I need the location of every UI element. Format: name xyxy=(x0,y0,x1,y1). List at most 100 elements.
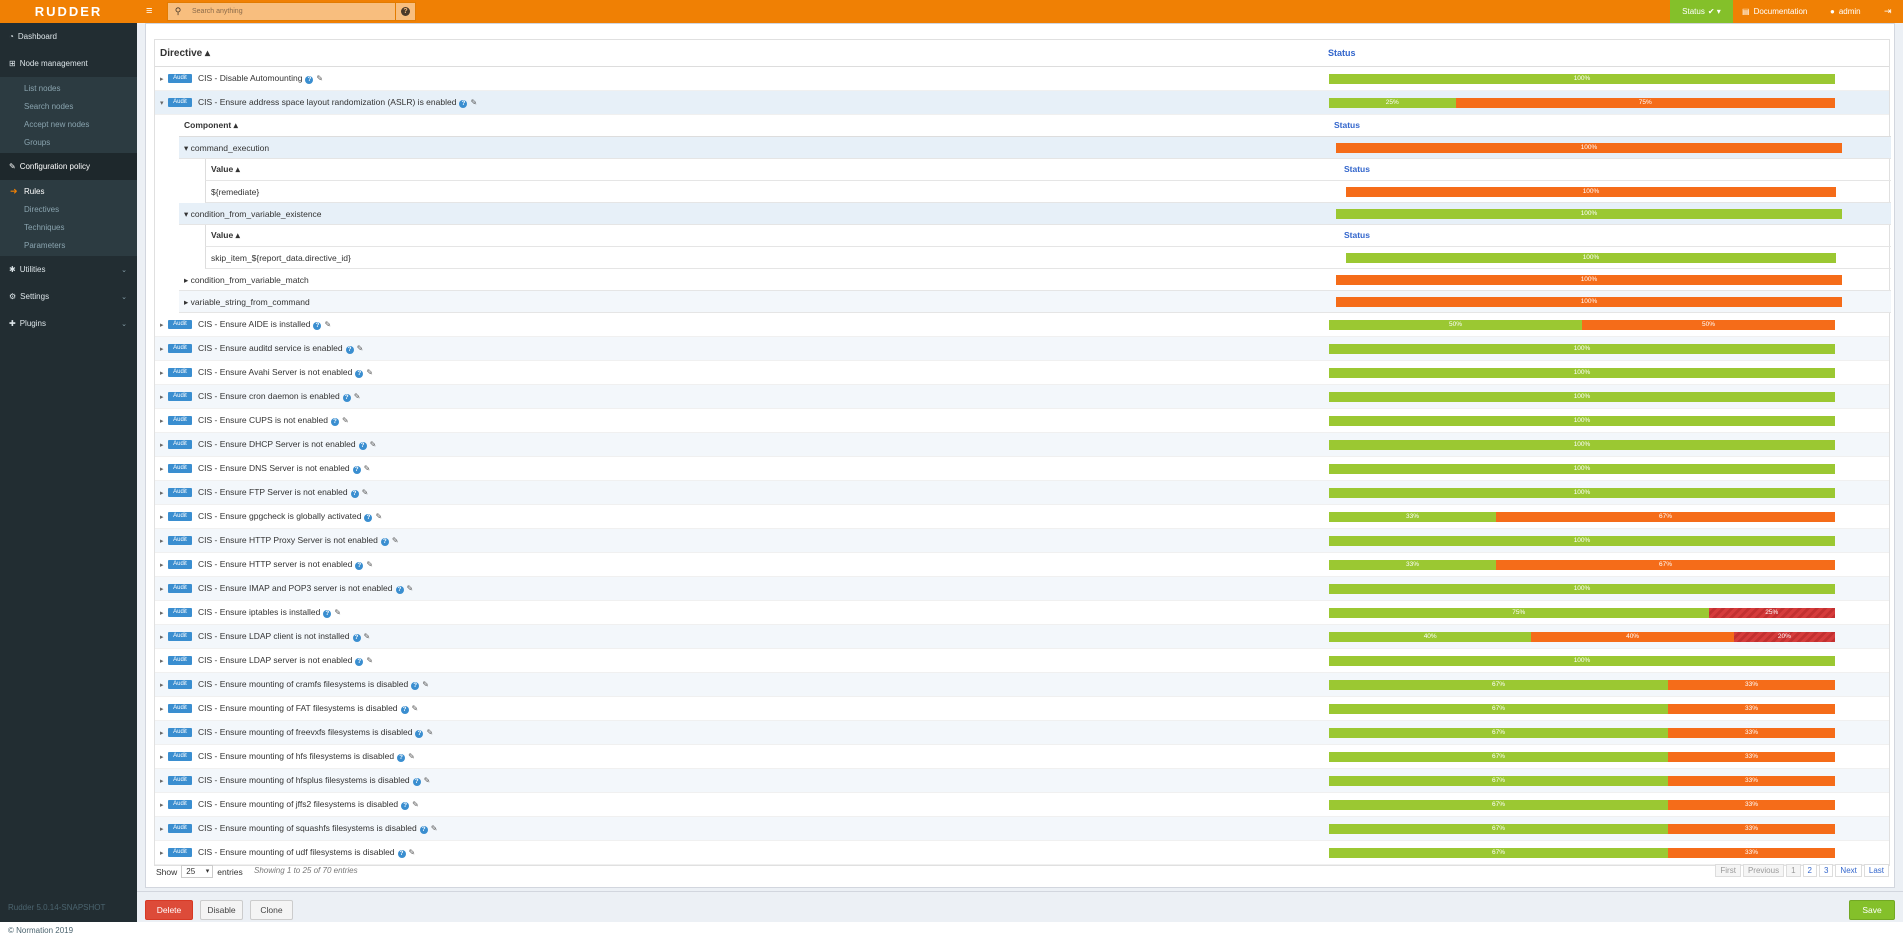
sidebar-item-list-nodes[interactable]: List nodes xyxy=(0,79,137,97)
directive-name[interactable]: CIS - Ensure mounting of hfs filesystems… xyxy=(198,751,415,762)
edit-icon[interactable]: ✎ xyxy=(407,584,414,593)
help-icon[interactable]: ? xyxy=(358,442,367,450)
help-icon[interactable]: ? xyxy=(355,370,364,378)
edit-icon[interactable]: ✎ xyxy=(422,680,429,689)
pager-last[interactable]: Last xyxy=(1863,864,1889,877)
directive-name[interactable]: CIS - Ensure DHCP Server is not enabled?… xyxy=(198,439,376,450)
sidebar-item-parameters[interactable]: Parameters xyxy=(0,236,137,254)
help-icon[interactable]: ? xyxy=(313,322,322,330)
edit-icon[interactable]: ✎ xyxy=(424,776,431,785)
help-icon[interactable]: ? xyxy=(305,76,314,84)
sidebar-item-rules[interactable]: ➜ Rules xyxy=(0,182,137,200)
rudder-logo[interactable]: RUDDER xyxy=(0,0,137,23)
directive-row[interactable]: ▸ Audit CIS - Ensure mounting of jffs2 fil… xyxy=(155,793,1889,817)
expand-icon[interactable]: ▸ xyxy=(160,321,164,329)
directive-name[interactable]: CIS - Ensure Avahi Server is not enabled… xyxy=(198,367,373,378)
col-value-status-header[interactable]: Status xyxy=(1344,164,1370,174)
edit-icon[interactable]: ✎ xyxy=(364,632,371,641)
help-icon[interactable]: ? xyxy=(401,802,410,810)
logout-icon[interactable]: ⇥ xyxy=(1884,0,1892,23)
edit-icon[interactable]: ✎ xyxy=(412,704,419,713)
disable-button[interactable]: Disable xyxy=(200,900,243,920)
expand-icon[interactable]: ▸ xyxy=(160,801,164,809)
sidebar-item-configuration-policy[interactable]: ✎ Configuration policy xyxy=(0,153,137,180)
help-icon[interactable]: ? xyxy=(397,850,406,858)
directive-row[interactable]: ▸ Audit CIS - Ensure Avahi Server is not e… xyxy=(155,361,1889,385)
edit-icon[interactable]: ✎ xyxy=(342,416,349,425)
sidebar-item-directives[interactable]: Directives xyxy=(0,200,137,218)
directive-row[interactable]: ▸ Audit CIS - Ensure LDAP client is not in… xyxy=(155,625,1889,649)
directive-name[interactable]: CIS - Ensure HTTP server is not enabled?… xyxy=(198,559,373,570)
save-button[interactable]: Save xyxy=(1849,900,1895,920)
help-icon[interactable]: ? xyxy=(342,394,351,402)
directive-name[interactable]: CIS - Ensure gpgcheck is globally activa… xyxy=(198,511,382,522)
directive-row[interactable]: ▸ Audit CIS - Ensure FTP Server is not ena… xyxy=(155,481,1889,505)
help-icon[interactable]: ? xyxy=(355,562,364,570)
help-icon[interactable]: ? xyxy=(352,466,361,474)
directive-name[interactable]: CIS - Ensure FTP Server is not enabled? ✎ xyxy=(198,487,368,498)
directive-name[interactable]: CIS - Ensure iptables is installed? ✎ xyxy=(198,607,341,618)
sidebar-item-search-nodes[interactable]: Search nodes xyxy=(0,97,137,115)
edit-icon[interactable]: ✎ xyxy=(375,512,382,521)
col-component-header[interactable]: Component ▴ xyxy=(184,120,238,131)
help-icon[interactable]: ? xyxy=(411,682,420,690)
col-directive-header[interactable]: Directive ▴ xyxy=(160,48,210,59)
edit-icon[interactable]: ✎ xyxy=(392,536,399,545)
directive-row[interactable]: ▸ Audit CIS - Ensure mounting of cramfs fi… xyxy=(155,673,1889,697)
help-icon[interactable]: ? xyxy=(352,634,361,642)
edit-icon[interactable]: ✎ xyxy=(357,344,364,353)
directive-row[interactable]: ▸ Audit CIS - Ensure DHCP Server is not en… xyxy=(155,433,1889,457)
expand-icon[interactable]: ▸ xyxy=(160,513,164,521)
directive-name[interactable]: CIS - Ensure address space layout random… xyxy=(198,97,477,108)
directive-name[interactable]: CIS - Ensure mounting of cramfs filesyst… xyxy=(198,679,429,690)
sidebar-item-node-management[interactable]: ⊞ Node management xyxy=(0,50,137,77)
component-row[interactable]: ▸ condition_from_variable_match 100% xyxy=(179,269,1891,291)
directive-name[interactable]: CIS - Ensure mounting of FAT filesystems… xyxy=(198,703,418,714)
expand-icon[interactable]: ▸ xyxy=(160,417,164,425)
delete-button[interactable]: Delete xyxy=(145,900,193,920)
pager-page-1[interactable]: 1 xyxy=(1786,864,1801,877)
help-icon[interactable]: ? xyxy=(350,490,359,498)
expand-icon[interactable]: ▸ xyxy=(160,561,164,569)
directive-row[interactable]: ▸ Audit CIS - Ensure HTTP Proxy Server is … xyxy=(155,529,1889,553)
pager-page-2[interactable]: 2 xyxy=(1802,864,1817,877)
expand-icon[interactable]: ▸ xyxy=(160,465,164,473)
help-icon[interactable]: ? xyxy=(330,418,339,426)
expand-icon[interactable]: ▸ xyxy=(160,705,164,713)
component-row[interactable]: ▾ command_execution 100% xyxy=(179,137,1891,159)
directive-name[interactable]: CIS - Ensure CUPS is not enabled? ✎ xyxy=(198,415,349,426)
expand-icon[interactable]: ▸ xyxy=(160,681,164,689)
help-icon[interactable]: ? xyxy=(412,778,421,786)
directive-row[interactable]: ▸ Audit CIS - Ensure DNS Server is not ena… xyxy=(155,457,1889,481)
edit-icon[interactable]: ✎ xyxy=(426,728,433,737)
directive-name[interactable]: CIS - Ensure mounting of jffs2 filesyste… xyxy=(198,799,419,810)
component-row[interactable]: ▾ condition_from_variable_existence 100% xyxy=(179,203,1891,225)
search-box[interactable]: ⚲ Search anything ? xyxy=(167,2,416,21)
directive-row[interactable]: ▸ Audit CIS - Ensure auditd service is ena… xyxy=(155,337,1889,361)
expand-icon[interactable]: ▸ xyxy=(160,753,164,761)
edit-icon[interactable]: ✎ xyxy=(362,488,369,497)
expand-icon[interactable]: ▸ xyxy=(160,393,164,401)
expand-icon[interactable]: ▸ xyxy=(160,489,164,497)
sidebar-item-techniques[interactable]: Techniques xyxy=(0,218,137,236)
edit-icon[interactable]: ✎ xyxy=(324,320,331,329)
pager-next[interactable]: Next xyxy=(1835,864,1862,877)
documentation-link[interactable]: ▤ Documentation xyxy=(1742,0,1807,23)
edit-icon[interactable]: ✎ xyxy=(370,440,377,449)
expand-icon[interactable]: ▸ xyxy=(160,729,164,737)
expand-icon[interactable]: ▸ xyxy=(160,537,164,545)
col-component-status-header[interactable]: Status xyxy=(1334,120,1360,130)
sidebar-item-groups[interactable]: Groups xyxy=(0,133,137,151)
edit-icon[interactable]: ✎ xyxy=(334,608,341,617)
help-icon[interactable]: ? xyxy=(364,514,373,522)
edit-icon[interactable]: ✎ xyxy=(409,848,416,857)
help-icon[interactable]: ? xyxy=(380,538,389,546)
status-dropdown[interactable]: Status ✔ ▾ xyxy=(1670,0,1733,23)
collapse-icon[interactable]: ▾ xyxy=(160,99,164,107)
menu-toggle-icon[interactable]: ≡ xyxy=(146,5,152,17)
directive-row[interactable]: ▸ Audit CIS - Ensure IMAP and POP3 server … xyxy=(155,577,1889,601)
sidebar-item-settings[interactable]: ⚙ Settings ⌄ xyxy=(0,283,137,310)
expand-icon[interactable]: ▸ xyxy=(160,849,164,857)
help-icon[interactable]: ? xyxy=(397,754,406,762)
col-value-header[interactable]: Value ▴ xyxy=(211,230,240,241)
